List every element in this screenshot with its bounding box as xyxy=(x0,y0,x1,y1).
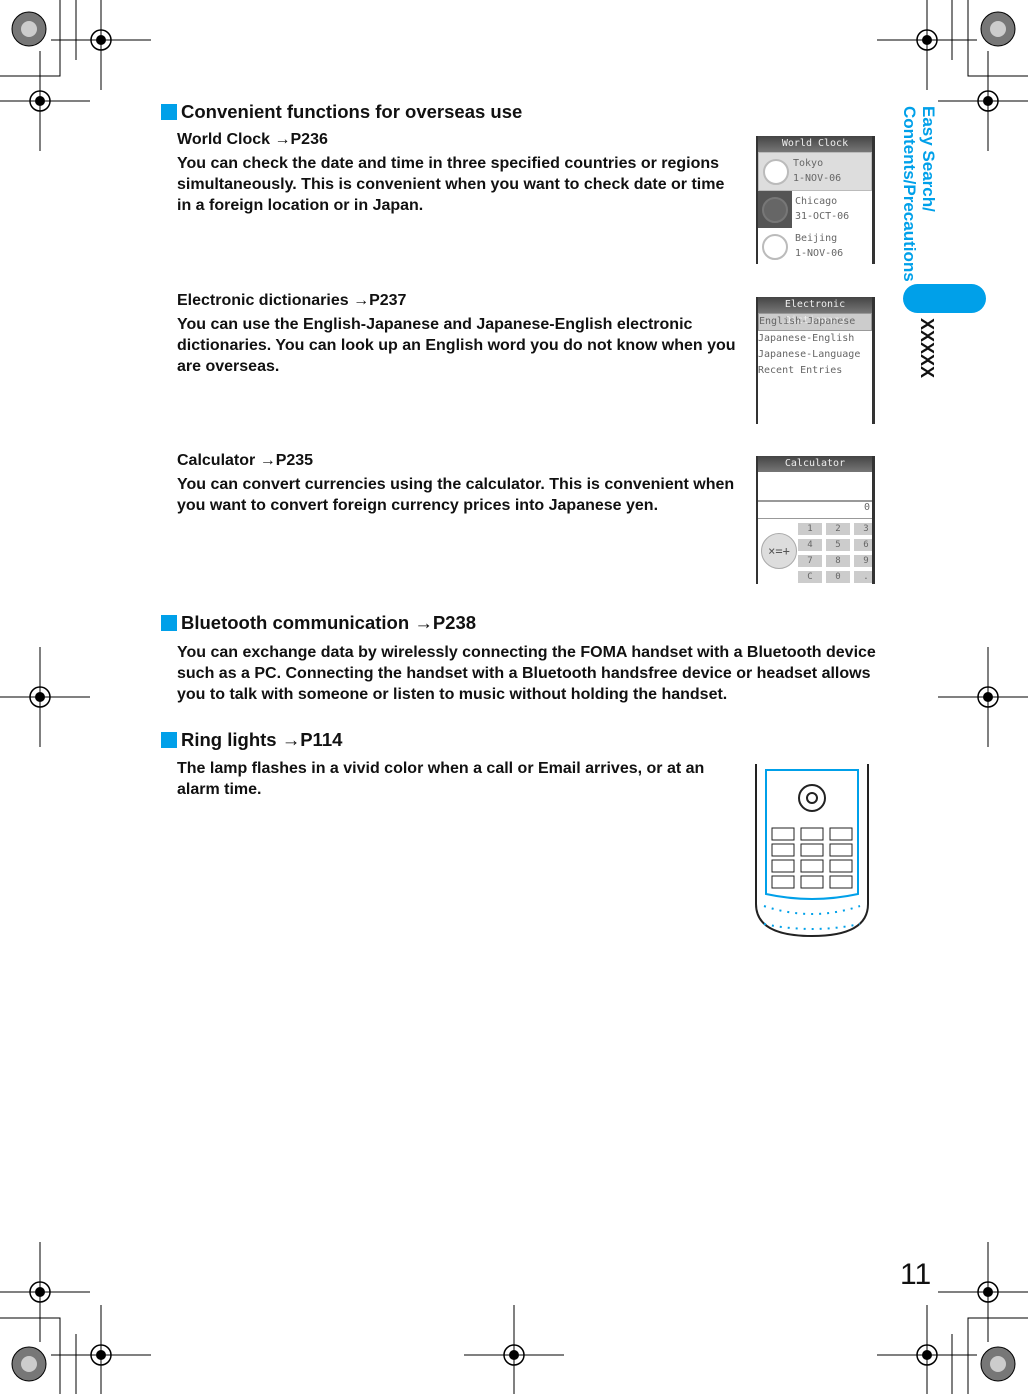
calc-key: 5 xyxy=(826,539,850,551)
calc-key: 4 xyxy=(798,539,822,551)
menu-item: Japanese-Language xyxy=(758,349,861,360)
section-heading-ring-lights: Ring lights → P114 xyxy=(161,729,342,751)
page-number: 11 xyxy=(900,1258,932,1291)
feature-description: You can use the English-Japanese and Jap… xyxy=(177,316,736,375)
side-tab-section: XXXXX xyxy=(917,318,937,379)
calculator-screenshot: Calculator 0 ×=+ 123456789C0. xyxy=(756,456,875,584)
calc-key: 2 xyxy=(826,523,850,535)
feature-calculator: Calculator →P235 You can convert currenc… xyxy=(177,452,737,516)
calc-key: 6 xyxy=(854,539,872,551)
section-heading-bluetooth: Bluetooth communication → P238 xyxy=(161,612,476,634)
crop-mark xyxy=(35,1287,45,1297)
operator-dial-icon: ×=+ xyxy=(761,533,797,569)
crop-mark xyxy=(990,21,1006,37)
date: 1-NOV-06 xyxy=(795,248,844,259)
calc-display: 0 xyxy=(758,502,872,519)
arrow-icon: → xyxy=(353,292,370,309)
crop-mark xyxy=(21,21,37,37)
clock-row: Tokyo 1-NOV-06 xyxy=(758,152,872,191)
feature-dictionary: Electronic dictionaries →P237 You can us… xyxy=(177,292,737,377)
side-tab-title[interactable]: Easy Search/Contents/Precautions xyxy=(900,106,938,282)
city: Chicago xyxy=(795,196,838,207)
feature-title: Calculator xyxy=(177,452,256,469)
menu-item: English-Japanese xyxy=(758,313,872,331)
calc-key: 7 xyxy=(798,555,822,567)
arrow-icon: → xyxy=(281,729,301,750)
calc-key: C xyxy=(798,571,822,583)
crop-mark xyxy=(983,692,993,702)
side-tab-pill xyxy=(903,284,986,313)
ring-lights-description: The lamp flashes in a vivid color when a… xyxy=(177,760,705,798)
calc-key: 0 xyxy=(826,571,850,583)
clock-icon xyxy=(762,196,788,223)
handset-keypad-illustration xyxy=(755,764,869,938)
bullet-square-icon xyxy=(161,104,177,120)
crop-mark xyxy=(35,692,45,702)
heading-text: Convenient functions for overseas use xyxy=(181,101,523,122)
feature-description: You can check the date and time in three… xyxy=(177,155,725,214)
feature-title: Electronic dictionaries xyxy=(177,292,349,309)
side-tab-line1: Easy Search/ xyxy=(919,106,938,212)
calc-key: . xyxy=(854,571,872,583)
crop-mark xyxy=(509,1350,519,1360)
clock-row: Chicago 31-OCT-06 xyxy=(758,191,872,228)
arrow-icon: → xyxy=(414,612,433,633)
bullet-square-icon xyxy=(161,615,177,631)
side-tab-line2: Contents/Precautions xyxy=(900,106,919,282)
clock-icon xyxy=(762,233,788,260)
feature-world-clock: World Clock →P236 You can check the date… xyxy=(177,131,737,216)
crop-mark xyxy=(922,1350,932,1360)
calc-key: 8 xyxy=(826,555,850,567)
calc-key: 1 xyxy=(798,523,822,535)
city: Tokyo xyxy=(793,158,824,169)
bullet-square-icon xyxy=(161,732,177,748)
crop-mark xyxy=(96,35,106,45)
page-ref-link[interactable]: P238 xyxy=(433,612,476,634)
menu-item: Japanese-English xyxy=(758,333,855,344)
page-ref-link[interactable]: P114 xyxy=(300,729,342,751)
crop-mark xyxy=(21,1356,37,1372)
arrow-icon: → xyxy=(274,131,291,148)
section-heading-overseas: Convenient functions for overseas use xyxy=(161,101,522,123)
date: 1-NOV-06 xyxy=(793,173,842,184)
city: Beijing xyxy=(795,233,838,244)
screen-title: Calculator xyxy=(758,456,872,472)
arrow-icon: → xyxy=(259,452,276,469)
crop-mark xyxy=(35,96,45,106)
menu-item: Recent Entries xyxy=(758,365,843,376)
crop-mark xyxy=(96,1350,106,1360)
screen-title: World Clock xyxy=(758,136,872,152)
crop-mark xyxy=(990,1356,1006,1372)
crop-mark xyxy=(983,1287,993,1297)
heading-text: Bluetooth communication xyxy=(181,612,410,633)
calc-key: 3 xyxy=(854,523,872,535)
page-ref-link[interactable]: P237 xyxy=(369,292,406,309)
screen-title: Electronic Dictionary xyxy=(758,297,872,326)
calc-key: 9 xyxy=(854,555,872,567)
feature-description: You can convert currencies using the cal… xyxy=(177,476,735,514)
bluetooth-description: You can exchange data by wirelessly conn… xyxy=(177,644,876,703)
page-ref-link[interactable]: P235 xyxy=(276,452,313,469)
world-clock-screenshot: World Clock Tokyo 1-NOV-06 Chicago 31-OCT-… xyxy=(756,136,875,264)
crop-mark xyxy=(983,96,993,106)
dictionary-screenshot: Electronic Dictionary English-Japanese J… xyxy=(756,297,875,424)
clock-icon xyxy=(763,158,789,185)
date: 31-OCT-06 xyxy=(795,211,850,222)
crop-mark xyxy=(922,35,932,45)
page-ref-link[interactable]: P236 xyxy=(291,131,328,148)
heading-text: Ring lights xyxy=(181,729,277,750)
feature-title: World Clock xyxy=(177,131,271,148)
clock-row: Beijing 1-NOV-06 xyxy=(758,228,872,264)
